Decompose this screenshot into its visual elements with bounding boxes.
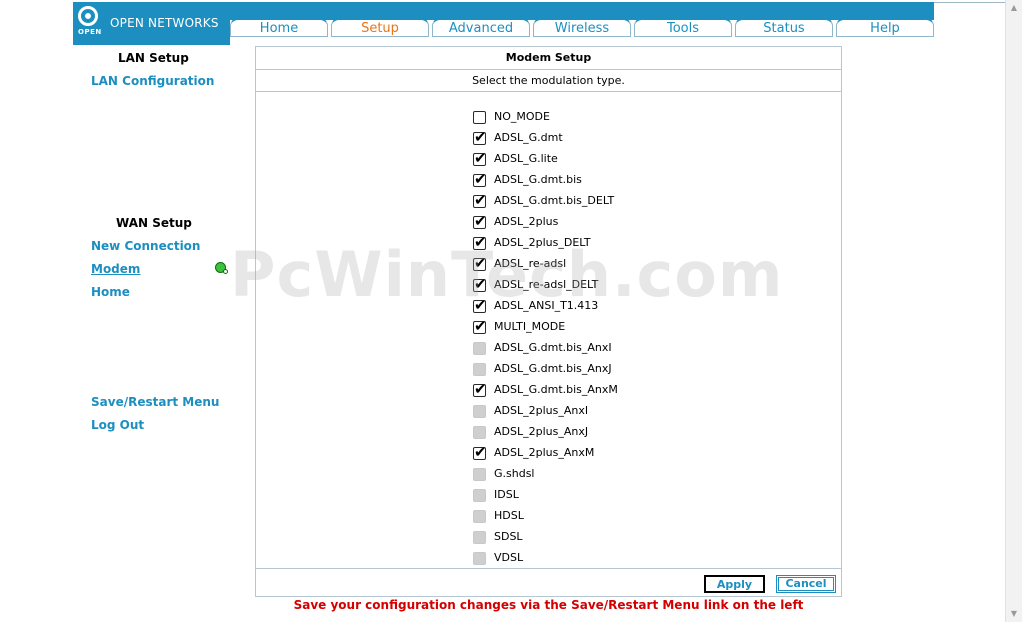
modulation-checkbox: [473, 531, 486, 544]
modulation-checkbox[interactable]: [473, 317, 487, 335]
modulation-label: ADSL_G.dmt: [494, 131, 563, 144]
modulation-checkbox: [473, 363, 486, 376]
panel-subtitle: Select the modulation type.: [256, 70, 841, 92]
modulation-checkbox: [473, 510, 486, 523]
panel-title: Modem Setup: [256, 47, 841, 70]
modulation-label: ADSL_G.dmt.bis_DELT: [494, 194, 615, 207]
modulation-checkbox[interactable]: [473, 191, 487, 209]
modulation-label: ADSL_2plus_AnxI: [494, 404, 589, 417]
tab-home[interactable]: Home: [230, 18, 328, 37]
modulation-checkbox[interactable]: [473, 111, 486, 124]
modulation-label: IDSL: [494, 488, 519, 501]
modulation-label: ADSL_2plus_AnxJ: [494, 425, 589, 438]
modulation-label: SDSL: [494, 530, 523, 543]
sidebar-item-lan-configuration[interactable]: LAN Configuration: [91, 74, 214, 88]
sidebar-item-new-connection[interactable]: New Connection: [91, 239, 200, 253]
modulation-checkbox[interactable]: [473, 275, 487, 293]
tab-wireless[interactable]: Wireless: [533, 18, 631, 37]
modulation-label: ADSL_ANSI_T1.413: [494, 299, 599, 312]
modulation-checkbox[interactable]: [473, 128, 487, 146]
modulation-label: ADSL_re-adsl: [494, 257, 567, 270]
open-logo-icon: OPEN: [78, 6, 101, 42]
modem-setup-panel: Modem Setup Select the modulation type. …: [255, 46, 842, 597]
tab-status[interactable]: Status: [735, 18, 833, 37]
modulation-checkbox[interactable]: [473, 443, 487, 461]
vertical-scrollbar[interactable]: ▲ ▼: [1005, 0, 1022, 622]
modulation-label: NO_MODE: [494, 110, 550, 123]
modulation-checkbox[interactable]: [473, 380, 487, 398]
lan-setup-heading: LAN Setup: [118, 51, 189, 65]
cancel-button[interactable]: Cancel: [776, 575, 836, 593]
modulation-checkbox[interactable]: [473, 254, 487, 272]
modulation-checkbox: [473, 342, 486, 355]
modulation-checkbox[interactable]: [473, 170, 487, 188]
modulation-label: MULTI_MODE: [494, 320, 566, 333]
sidebar-item-logout[interactable]: Log Out: [91, 418, 144, 432]
brand-name: OPEN NETWORKS: [110, 16, 219, 30]
modulation-label: ADSL_2plus: [494, 215, 559, 228]
modulation-label: ADSL_G.dmt.bis_AnxI: [494, 341, 612, 354]
modulation-label: ADSL_2plus_DELT: [494, 236, 591, 249]
tab-help[interactable]: Help: [836, 18, 934, 37]
panel-footer-divider: [256, 568, 841, 569]
modulation-checkbox: [473, 552, 486, 565]
modulation-label: VDSL: [494, 551, 524, 564]
scroll-up-arrow-icon[interactable]: ▲: [1006, 0, 1022, 16]
save-notice: Save your configuration changes via the …: [293, 598, 804, 612]
modulation-checkbox[interactable]: [473, 296, 487, 314]
modulation-label: ADSL_G.dmt.bis_AnxJ: [494, 362, 612, 375]
modulation-label: ADSL_G.dmt.bis_AnxM: [494, 383, 618, 396]
sidebar-item-home[interactable]: Home: [91, 285, 130, 299]
modulation-label: ADSL_G.dmt.bis: [494, 173, 582, 186]
modulation-checkbox[interactable]: [473, 233, 487, 251]
modulation-label: HDSL: [494, 509, 524, 522]
modulation-label: G.shdsl: [494, 467, 535, 480]
apply-button[interactable]: Apply: [704, 575, 765, 593]
modulation-label: ADSL_2plus_AnxM: [494, 446, 595, 459]
modulation-checkbox: [473, 426, 486, 439]
modulation-label: ADSL_G.lite: [494, 152, 558, 165]
modulation-label: ADSL_re-adsl_DELT: [494, 278, 599, 291]
main-tabs: Home Setup Advanced Wireless Tools Statu…: [230, 18, 934, 37]
scroll-down-arrow-icon[interactable]: ▼: [1006, 606, 1022, 622]
tab-setup[interactable]: Setup: [331, 18, 429, 37]
tab-tools[interactable]: Tools: [634, 18, 732, 37]
current-page-bullet-icon: [215, 262, 228, 274]
sidebar-item-modem[interactable]: Modem: [91, 262, 140, 276]
modulation-checkbox: [473, 468, 486, 481]
modulation-checkbox[interactable]: [473, 212, 487, 230]
modulation-checkbox: [473, 489, 486, 502]
modulation-checkbox[interactable]: [473, 149, 487, 167]
modulation-checkbox: [473, 405, 486, 418]
tab-advanced[interactable]: Advanced: [432, 18, 530, 37]
wan-setup-heading: WAN Setup: [116, 216, 192, 230]
brand-logo: OPEN OPEN NETWORKS: [73, 2, 230, 45]
sidebar-item-save-restart[interactable]: Save/Restart Menu: [91, 395, 219, 409]
